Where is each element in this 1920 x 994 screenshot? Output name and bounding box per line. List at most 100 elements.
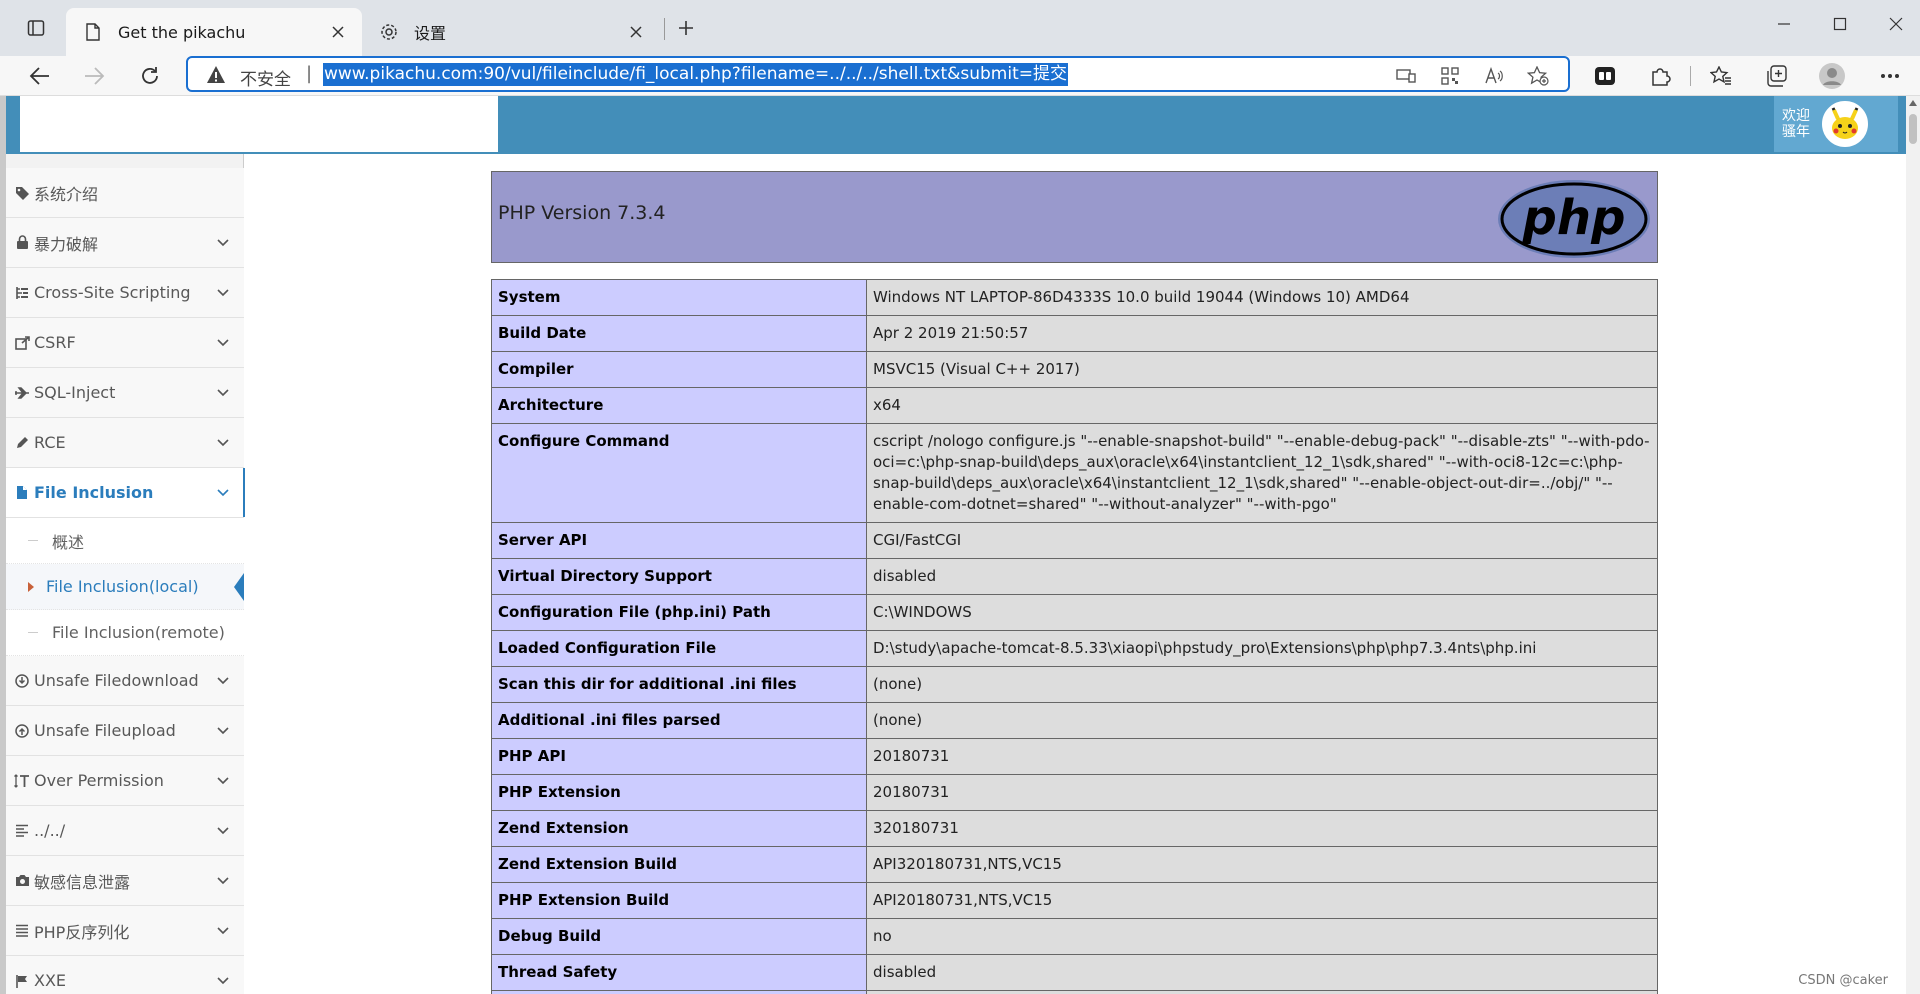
- phpinfo-value: Windows NT LAPTOP-86D4333S 10.0 build 19…: [866, 279, 1658, 316]
- more-options-icon[interactable]: [1876, 62, 1904, 90]
- php-version-title: PHP Version 7.3.4: [498, 202, 666, 224]
- url-text[interactable]: www.pikachu.com:90/vul/fileinclude/fi_lo…: [323, 63, 1068, 86]
- profile-avatar-icon[interactable]: [1818, 62, 1846, 90]
- phpinfo-row: System Windows NT LAPTOP-86D4333S 10.0 bu…: [491, 279, 1658, 316]
- phpinfo-row: PHP API 20180731: [491, 738, 1658, 775]
- phpinfo-value: MSVC15 (Visual C++ 2017): [866, 351, 1658, 388]
- sidebar-item-info-leak[interactable]: 敏感信息泄露: [6, 856, 244, 906]
- upload-icon: [14, 723, 30, 739]
- sidebar-item-file-inclusion[interactable]: File Inclusion: [6, 468, 245, 518]
- camera-icon: [14, 873, 30, 889]
- sidebar-item-brute-force[interactable]: 暴力破解: [6, 218, 244, 268]
- chevron-down-icon: [216, 974, 230, 988]
- phpinfo-row: Loaded Configuration File D:\study\apache…: [491, 630, 1658, 667]
- sidebar-item-php-unserialize[interactable]: PHP反序列化: [6, 906, 244, 956]
- sidebar-item-dir-traversal[interactable]: ../../: [6, 806, 244, 856]
- list-tree-icon: [14, 285, 30, 301]
- warning-icon[interactable]: [206, 65, 226, 85]
- phpinfo-key: Scan this dir for additional .ini files: [491, 666, 867, 703]
- app-available-icon[interactable]: [1394, 64, 1418, 88]
- forward-icon[interactable]: [76, 60, 112, 92]
- web-page: 欢迎 骚年 系统介绍 暴力破解 Cross-Site Scripting CSR…: [0, 96, 1906, 994]
- sidebar-item-label: PHP反序列化: [34, 922, 130, 942]
- phpinfo-row: Configure Command cscript /nologo configu…: [491, 423, 1658, 523]
- current-page-marker: [234, 573, 244, 601]
- pencil-icon: [14, 435, 30, 451]
- tab-actions-icon[interactable]: [22, 14, 50, 42]
- chevron-down-icon: [216, 286, 230, 300]
- sidebar-item-label: Unsafe Fileupload: [34, 721, 176, 740]
- back-icon[interactable]: [22, 60, 58, 92]
- sidebar-item-rce[interactable]: RCE: [6, 418, 244, 468]
- sidebar-item-xss[interactable]: Cross-Site Scripting: [6, 268, 244, 318]
- scroll-up-icon[interactable]: [1909, 100, 1917, 106]
- phpinfo-key: Loaded Configuration File: [491, 630, 867, 667]
- address-bar[interactable]: 不安全 | www.pikachu.com:90/vul/fileinclude…: [186, 56, 1570, 92]
- phpinfo-value: 320180731: [866, 810, 1658, 847]
- maximize-icon[interactable]: [1812, 8, 1868, 40]
- chevron-down-icon: [216, 824, 230, 838]
- close-window-icon[interactable]: [1868, 8, 1920, 40]
- sidebar-item-sql-inject[interactable]: SQL-Inject: [6, 368, 244, 418]
- browser-toolbar: 不安全 | www.pikachu.com:90/vul/fileinclude…: [0, 56, 1920, 96]
- phpinfo-row: Compiler MSVC15 (Visual C++ 2017): [491, 351, 1658, 388]
- sidebar-item-unsafe-filedownload[interactable]: Unsafe Filedownload: [6, 656, 244, 706]
- extension-square-icon[interactable]: [1591, 62, 1619, 90]
- phpinfo-header: PHP Version 7.3.4 php: [491, 171, 1658, 263]
- sidebar-item-system-intro[interactable]: 系统介绍: [6, 168, 244, 218]
- read-aloud-icon[interactable]: [1482, 64, 1506, 88]
- tab-settings[interactable]: 设置: [362, 8, 660, 56]
- sidebar-item-label: 暴力破解: [34, 234, 99, 254]
- user-menu[interactable]: 欢迎 骚年: [1774, 96, 1898, 152]
- close-tab-icon[interactable]: [326, 20, 350, 44]
- phpinfo-row: Zend Extension Build API320180731,NTS,VC1…: [491, 846, 1658, 883]
- extensions-puzzle-icon[interactable]: [1646, 62, 1674, 90]
- phpinfo-value: cscript /nologo configure.js "--enable-s…: [866, 423, 1658, 523]
- phpinfo-key: Thread Safety: [491, 954, 867, 991]
- phpinfo-key: Zend Extension Build: [491, 846, 867, 883]
- submenu-item-label: File Inclusion(local): [46, 577, 199, 596]
- sidebar-item-label: SQL-Inject: [34, 383, 116, 402]
- phpinfo-row: Virtual Directory Support disabled: [491, 558, 1658, 595]
- sidebar-item-label: Unsafe Filedownload: [34, 671, 199, 690]
- sidebar-item-unsafe-fileupload[interactable]: Unsafe Fileupload: [6, 706, 244, 756]
- add-favorite-icon[interactable]: [1526, 64, 1550, 88]
- scroll-thumb[interactable]: [1909, 114, 1917, 144]
- download-icon: [14, 673, 30, 689]
- submenu-item-file-inclusion-remote[interactable]: File Inclusion(remote): [6, 610, 244, 656]
- refresh-icon[interactable]: [132, 60, 168, 92]
- phpinfo-row: Thread Safety disabled: [491, 954, 1658, 991]
- phpinfo-key: PHP Extension: [491, 774, 867, 811]
- chevron-down-icon: [216, 236, 230, 250]
- phpinfo-value: API20180731,NTS,VC15: [866, 882, 1658, 919]
- sidebar-item-over-permission[interactable]: Over Permission: [6, 756, 244, 806]
- close-tab-icon[interactable]: [624, 20, 648, 44]
- collections-icon[interactable]: [1762, 62, 1790, 90]
- submenu-item-overview[interactable]: 概述: [6, 518, 244, 564]
- phpinfo-key: Additional .ini files parsed: [491, 702, 867, 739]
- address-separator: |: [306, 63, 313, 84]
- chevron-down-icon: [216, 924, 230, 938]
- page-scrollbar[interactable]: [1906, 96, 1920, 994]
- new-tab-icon[interactable]: [672, 14, 700, 42]
- favorites-icon[interactable]: [1707, 62, 1735, 90]
- security-label[interactable]: 不安全: [240, 65, 291, 90]
- submenu-item-file-inclusion-local[interactable]: File Inclusion(local): [6, 564, 244, 610]
- phpinfo-value: CGI/FastCGI: [866, 522, 1658, 559]
- sidebar-item-label: Cross-Site Scripting: [34, 283, 191, 302]
- sidebar-item-label: 敏感信息泄露: [34, 872, 131, 892]
- sidebar-item-csrf[interactable]: CSRF: [6, 318, 244, 368]
- gear-icon: [378, 21, 400, 43]
- lock-icon: [14, 235, 30, 251]
- pikachu-avatar[interactable]: [1822, 101, 1868, 147]
- phpinfo-table: System Windows NT LAPTOP-86D4333S 10.0 bu…: [491, 279, 1658, 994]
- minimize-icon[interactable]: [1756, 8, 1812, 40]
- flag-icon: [14, 973, 30, 989]
- phpinfo-row: Debug Build no: [491, 918, 1658, 955]
- phpinfo-value: Apr 2 2019 21:50:57: [866, 315, 1658, 352]
- phpinfo-key: Compiler: [491, 351, 867, 388]
- tab-get-the-pikachu[interactable]: Get the pikachu: [66, 8, 362, 56]
- align-left-icon: [14, 823, 30, 839]
- sidebar-item-xxe[interactable]: XXE: [6, 956, 244, 994]
- qr-code-icon[interactable]: [1438, 64, 1462, 88]
